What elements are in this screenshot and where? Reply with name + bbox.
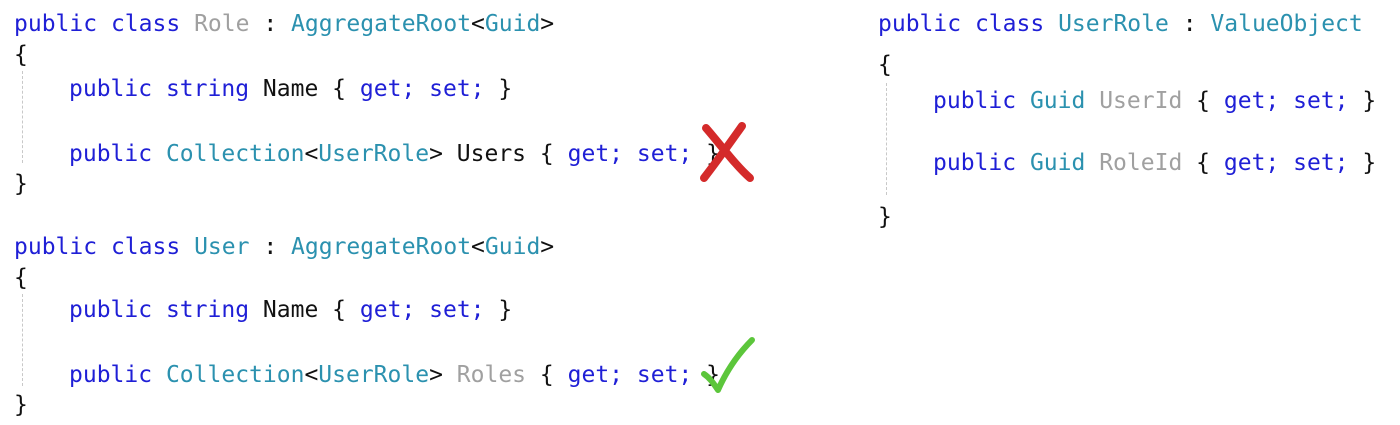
red-x-icon (700, 122, 754, 182)
generic-open: < (304, 362, 319, 388)
getter: get; (359, 76, 416, 102)
keyword-public: public (69, 76, 153, 102)
base-type: AggregateRoot (291, 11, 472, 37)
generic-arg: UserRole (318, 141, 430, 167)
keyword-class: class (110, 234, 181, 260)
base-type: ValueObject (1210, 11, 1363, 37)
getter: get; (1223, 150, 1280, 176)
role-class-declaration: public class Role : AggregateRoot<Guid> (14, 9, 554, 39)
generic-arg: Guid (484, 234, 541, 260)
type-string: string (165, 297, 250, 323)
class-name-user: User (194, 234, 250, 260)
generic-close: > (540, 11, 555, 37)
setter: set; (636, 362, 693, 388)
keyword-class: class (110, 11, 181, 37)
accessors-open: { (332, 76, 347, 102)
accessors-close: } (1362, 150, 1377, 176)
user-class-declaration: public class User : AggregateRoot<Guid> (14, 232, 554, 262)
keyword-public: public (14, 11, 98, 37)
generic-close: > (429, 362, 443, 388)
role-prop-name: public string Name { get; set; } (69, 74, 512, 104)
property-name: Name (262, 297, 319, 323)
green-checkmark-icon (701, 337, 755, 393)
accessors-close: } (1362, 88, 1377, 114)
keyword-public: public (69, 362, 153, 388)
setter: set; (1293, 150, 1349, 176)
type-guid: Guid (1029, 88, 1086, 114)
inheritance-colon: : (1182, 11, 1197, 37)
accessors-close: } (498, 297, 513, 323)
accessors-open: { (539, 362, 554, 388)
keyword-public: public (933, 150, 1017, 176)
property-name: Name (262, 76, 319, 102)
user-class-block: public class User : AggregateRoot<Guid> … (14, 232, 734, 422)
user-prop-roles: public Collection<UserRole> Roles { get;… (69, 360, 720, 390)
keyword-public: public (878, 11, 962, 37)
userrole-open-brace: { (878, 52, 892, 78)
role-prop-users: public Collection<UserRole> Users { get;… (69, 139, 720, 169)
setter: set; (429, 76, 485, 102)
keyword-public: public (69, 141, 153, 167)
getter: get; (1223, 88, 1280, 114)
type-collection: Collection (165, 362, 305, 388)
inheritance-colon: : (263, 234, 278, 260)
user-indent-guide (22, 294, 23, 386)
base-type: AggregateRoot (291, 234, 472, 260)
keyword-class: class (974, 11, 1045, 37)
userrole-prop-userid: public Guid UserId { get; set; } (933, 86, 1376, 116)
accessors-open: { (1196, 88, 1211, 114)
userrole-close-brace: } (878, 204, 892, 230)
generic-open: < (471, 11, 485, 37)
class-name-role: Role (194, 11, 250, 37)
user-close-brace: } (14, 392, 28, 418)
getter: get; (567, 141, 624, 167)
class-name-userrole: UserRole (1058, 11, 1169, 37)
generic-close: > (429, 141, 443, 167)
type-collection: Collection (165, 141, 305, 167)
type-guid: Guid (1029, 150, 1086, 176)
userrole-prop-roleid: public Guid RoleId { get; set; } (933, 148, 1376, 178)
accessors-open: { (1196, 150, 1211, 176)
user-prop-name: public string Name { get; set; } (69, 295, 512, 325)
role-open-brace: { (14, 42, 28, 68)
generic-open: < (304, 141, 319, 167)
accessors-open: { (332, 297, 347, 323)
generic-arg: UserRole (318, 362, 430, 388)
setter: set; (1293, 88, 1349, 114)
role-close-brace: } (14, 171, 28, 197)
setter: set; (636, 141, 693, 167)
setter: set; (429, 297, 485, 323)
user-open-brace: { (14, 265, 28, 291)
property-name: Users (456, 141, 527, 167)
userrole-class-block: public class UserRole : ValueObject { pu… (878, 9, 1393, 230)
keyword-public: public (933, 88, 1017, 114)
role-class-block: public class Role : AggregateRoot<Guid> … (14, 9, 734, 199)
property-name: UserId (1099, 88, 1183, 114)
property-name: Roles (456, 362, 527, 388)
userrole-class-declaration: public class UserRole : ValueObject (878, 9, 1363, 39)
role-indent-guide (22, 71, 23, 163)
accessors-close: } (498, 76, 513, 102)
keyword-public: public (69, 297, 153, 323)
getter: get; (567, 362, 624, 388)
generic-arg: Guid (484, 11, 541, 37)
accessors-open: { (539, 141, 554, 167)
inheritance-colon: : (263, 11, 278, 37)
generic-open: < (471, 234, 485, 260)
type-string: string (165, 76, 250, 102)
generic-close: > (540, 234, 555, 260)
getter: get; (359, 297, 416, 323)
keyword-public: public (14, 234, 98, 260)
property-name: RoleId (1099, 150, 1183, 176)
userrole-indent-guide (886, 83, 887, 195)
